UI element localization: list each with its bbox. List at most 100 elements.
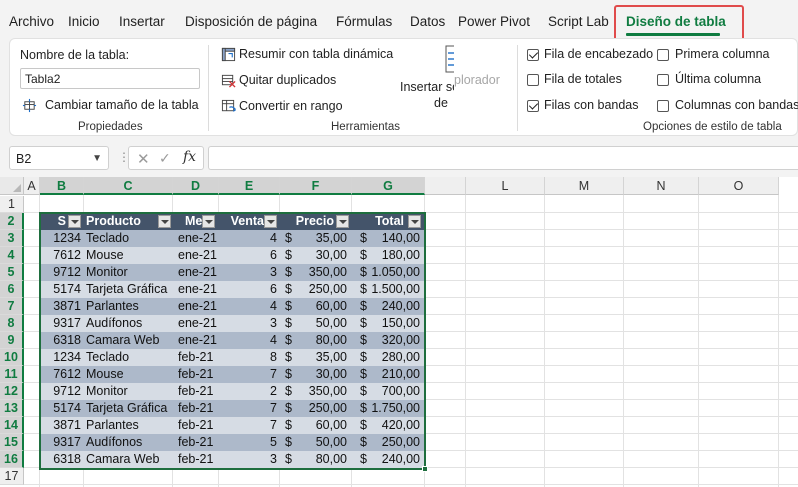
row-header[interactable]: 2 [0,213,24,230]
table-cell[interactable]: Audífonos [86,434,174,451]
column-header[interactable]: C [84,177,173,195]
table-cell[interactable]: Tarjeta Gráfica [86,281,174,298]
table-cell[interactable]: Parlantes [86,417,174,434]
table-cell[interactable]: 240,00 [370,298,420,315]
chevron-down-icon[interactable]: ▼ [92,153,102,164]
table-cell[interactable]: 4 [220,230,277,247]
table-row[interactable]: 1234 Teclado ene-21 4 $35,00 $140,00 [40,230,424,247]
row-header[interactable]: 14 [0,417,24,434]
table-cell[interactable]: 9317 [40,434,81,451]
table-cell[interactable]: 1.050,00 [370,264,420,281]
table-row[interactable]: 7612 Mouse feb-21 7 $30,00 $210,00 [40,366,424,383]
fx-icon[interactable]: fx [183,149,196,165]
select-all-button[interactable] [0,177,24,195]
filter-dropdown-icon[interactable] [158,215,171,228]
table-cell[interactable]: Monitor [86,383,174,400]
table-cell[interactable]: 35,00 [295,230,347,247]
tab-archivo[interactable]: Archivo [9,14,54,29]
table-cell[interactable]: 5174 [40,400,81,417]
table-cell[interactable]: ene-21 [178,332,222,349]
table-cell[interactable]: ene-21 [178,247,222,264]
table-cell[interactable]: 60,00 [295,298,347,315]
table-cell[interactable]: 2 [220,383,277,400]
table-cell[interactable]: 9712 [40,264,81,281]
column-header[interactable] [425,177,466,195]
table-cell[interactable]: 50,00 [295,315,347,332]
table-name-input[interactable] [20,68,200,89]
table-cell[interactable]: 700,00 [370,383,420,400]
close-icon[interactable]: ✕ [137,150,150,168]
table-cell[interactable]: Audífonos [86,315,174,332]
table-row[interactable]: 3871 Parlantes feb-21 7 $60,00 $420,00 [40,417,424,434]
name-box[interactable]: B2 ▼ [9,146,109,170]
table-cell[interactable]: 420,00 [370,417,420,434]
table-cell[interactable]: ene-21 [178,264,222,281]
table-row[interactable]: 9317 Audífonos ene-21 3 $50,00 $150,00 [40,315,424,332]
table-cell[interactable]: Teclado [86,230,174,247]
resize-table-button[interactable]: Cambiar tamaño de la tabla [22,97,202,115]
row-header[interactable]: 16 [0,451,24,468]
table-cell[interactable]: ene-21 [178,230,222,247]
column-header[interactable]: E [219,177,280,195]
row-header[interactable]: 3 [0,230,24,247]
table-cell[interactable]: 180,00 [370,247,420,264]
table-row[interactable]: 9712 Monitor ene-21 3 $350,00 $1.050,00 [40,264,424,281]
table-cell[interactable]: 7 [220,400,277,417]
row-header[interactable]: 5 [0,264,24,281]
table-cell[interactable]: 350,00 [295,383,347,400]
column-header[interactable]: L [466,177,545,195]
table-cell[interactable]: 7612 [40,366,81,383]
row-header[interactable]: 15 [0,434,24,451]
table-cell[interactable]: 3 [220,451,277,468]
table-cell[interactable]: 250,00 [295,400,347,417]
table-cell[interactable]: 240,00 [370,451,420,468]
insert-slicer-button[interactable]: Insertar se de [398,43,454,117]
table-cell[interactable]: 50,00 [295,434,347,451]
tab-inicio[interactable]: Inicio [68,14,100,29]
tab-script-lab[interactable]: Script Lab [548,14,609,29]
column-header[interactable]: N [624,177,699,195]
table-row[interactable]: 5174 Tarjeta Gráfica feb-21 7 $250,00 $1.750,… [40,400,424,417]
row-header[interactable]: 4 [0,247,24,264]
table-cell[interactable]: 7 [220,417,277,434]
fill-handle[interactable] [422,466,428,472]
table-cell[interactable]: 5 [220,434,277,451]
total-row-checkbox[interactable]: Fila de totales [527,72,657,88]
table-cell[interactable]: 320,00 [370,332,420,349]
last-column-checkbox[interactable]: Última columna [657,72,787,88]
table-cell[interactable]: 250,00 [370,434,420,451]
row-header[interactable]: 11 [0,366,24,383]
table-cell[interactable]: 280,00 [370,349,420,366]
table-cell[interactable]: 6318 [40,332,81,349]
banded-columns-checkbox[interactable]: Columnas con bandas [657,98,798,114]
row-header[interactable]: 9 [0,332,24,349]
table-cell[interactable]: 4 [220,298,277,315]
table-row[interactable]: 6318 Camara Web ene-21 4 $80,00 $320,00 [40,332,424,349]
table-cell[interactable]: 30,00 [295,247,347,264]
table-cell[interactable]: feb-21 [178,451,222,468]
column-header[interactable]: A [24,177,40,195]
filter-dropdown-icon[interactable] [336,215,349,228]
table-cell[interactable]: 6 [220,247,277,264]
table-cell[interactable]: feb-21 [178,417,222,434]
table-cell[interactable]: feb-21 [178,400,222,417]
table-cell[interactable]: feb-21 [178,366,222,383]
explorer-button[interactable]: plorador [454,73,500,87]
table-cell[interactable]: 210,00 [370,366,420,383]
tab-disposicion[interactable]: Disposición de página [185,14,317,29]
row-header[interactable]: 8 [0,315,24,332]
column-header[interactable]: M [545,177,624,195]
table-cell[interactable]: 8 [220,349,277,366]
table-cell[interactable]: 150,00 [370,315,420,332]
table-cell[interactable]: 3871 [40,298,81,315]
table-cell[interactable]: 350,00 [295,264,347,281]
row-header[interactable]: 7 [0,298,24,315]
banded-rows-checkbox[interactable]: Filas con bandas [527,98,657,114]
tab-formulas[interactable]: Fórmulas [336,14,392,29]
table-cell[interactable]: 1.750,00 [370,400,420,417]
column-header[interactable]: F [280,177,352,195]
tab-power-pivot[interactable]: Power Pivot [458,14,530,29]
table-cell[interactable]: feb-21 [178,349,222,366]
table-cell[interactable]: 3 [220,315,277,332]
table-cell[interactable]: 80,00 [295,451,347,468]
